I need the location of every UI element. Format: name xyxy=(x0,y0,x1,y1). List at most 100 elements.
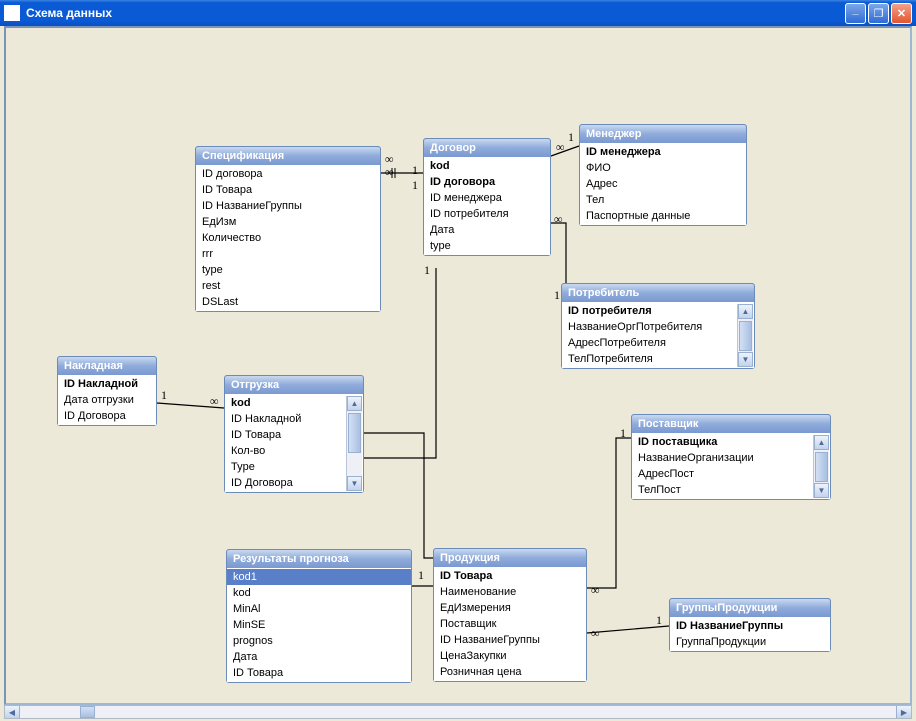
field[interactable]: АдресПотребителя xyxy=(562,335,737,351)
field-pk[interactable]: ID Товара xyxy=(434,568,586,584)
scroll-track[interactable] xyxy=(347,411,362,476)
field-pk[interactable]: ID потребителя xyxy=(562,303,737,319)
field[interactable]: ID менеджера xyxy=(424,190,550,206)
table-scrollbar[interactable]: ▲ ▼ xyxy=(346,396,362,491)
field[interactable]: type xyxy=(424,238,550,254)
field[interactable]: Количество xyxy=(196,230,380,246)
table-groups[interactable]: ГруппыПродукции ID НазваниеГруппы Группа… xyxy=(669,598,831,652)
field[interactable]: Наименование xyxy=(434,584,586,600)
table-title[interactable]: Продукция xyxy=(434,549,586,567)
scroll-down-icon[interactable]: ▼ xyxy=(347,476,362,491)
rel-label-one: 1 xyxy=(412,178,418,193)
table-manager[interactable]: Менеджер ID менеджера ФИО Адрес Тел Пасп… xyxy=(579,124,747,226)
table-contract[interactable]: Договор kod ID договора ID менеджера ID … xyxy=(423,138,551,256)
scroll-up-icon[interactable]: ▲ xyxy=(738,304,753,319)
field[interactable]: Розничная цена xyxy=(434,664,586,680)
table-product[interactable]: Продукция ID Товара Наименование ЕдИзмер… xyxy=(433,548,587,682)
field[interactable]: ID НазваниеГруппы xyxy=(434,632,586,648)
field[interactable]: ID потребителя xyxy=(424,206,550,222)
scroll-up-icon[interactable]: ▲ xyxy=(814,435,829,450)
field[interactable]: Дата отгрузки xyxy=(58,392,156,408)
field[interactable]: MinAl xyxy=(227,601,411,617)
table-title[interactable]: Результаты прогноза xyxy=(227,550,411,568)
table-title[interactable]: ГруппыПродукции xyxy=(670,599,830,617)
field-pk[interactable]: ID НазваниеГруппы xyxy=(670,618,830,634)
field[interactable]: Тел xyxy=(580,192,746,208)
scroll-thumb[interactable] xyxy=(815,452,828,482)
field[interactable]: ID Товара xyxy=(227,665,411,681)
field-pk[interactable]: ID договора xyxy=(424,174,550,190)
table-consumer[interactable]: Потребитель ID потребителя НазваниеОргПо… xyxy=(561,283,755,369)
field[interactable]: rrr xyxy=(196,246,380,262)
scroll-thumb[interactable] xyxy=(739,321,752,351)
table-spec[interactable]: Спецификация ID договора ID Товара ID На… xyxy=(195,146,381,312)
table-invoice[interactable]: Накладная ID Накладной Дата отгрузки ID … xyxy=(57,356,157,426)
field[interactable]: Адрес xyxy=(580,176,746,192)
diagram-canvas[interactable]: ∞ ∞ 1 1 ∞ 1 ∞ 1 1 ∞ 1 1 1 ∞ ∞ 1 Специфик… xyxy=(4,26,912,705)
maximize-button[interactable] xyxy=(868,3,889,24)
field[interactable]: Поставщик xyxy=(434,616,586,632)
table-title[interactable]: Потребитель xyxy=(562,284,754,302)
minimize-button[interactable] xyxy=(845,3,866,24)
scroll-left-button[interactable]: ◀ xyxy=(5,706,20,718)
field[interactable]: ID Договора xyxy=(58,408,156,424)
field[interactable]: Дата xyxy=(227,649,411,665)
field[interactable]: ЕдИзмерения xyxy=(434,600,586,616)
field-pk[interactable]: ID менеджера xyxy=(580,144,746,160)
table-forecast[interactable]: Результаты прогноза kod1 kod MinAl MinSE… xyxy=(226,549,412,683)
field[interactable]: ID НазваниеГруппы xyxy=(196,198,380,214)
field[interactable]: ЕдИзм xyxy=(196,214,380,230)
field[interactable]: АдресПост xyxy=(632,466,813,482)
table-title[interactable]: Отгрузка xyxy=(225,376,363,394)
table-supplier[interactable]: Поставщик ID поставщика НазваниеОрганиза… xyxy=(631,414,831,500)
scroll-down-icon[interactable]: ▼ xyxy=(814,483,829,498)
window-buttons xyxy=(845,3,912,24)
field-pk[interactable]: ID поставщика xyxy=(632,434,813,450)
table-title[interactable]: Спецификация xyxy=(196,147,380,165)
field[interactable]: Дата xyxy=(424,222,550,238)
field[interactable]: ТелПост xyxy=(632,482,813,498)
field[interactable]: MinSE xyxy=(227,617,411,633)
field[interactable]: ID Товара xyxy=(225,427,346,443)
scroll-track[interactable] xyxy=(738,319,753,352)
field[interactable]: ЦенаЗакупки xyxy=(434,648,586,664)
table-scrollbar[interactable]: ▲ ▼ xyxy=(737,304,753,367)
scroll-down-icon[interactable]: ▼ xyxy=(738,352,753,367)
field[interactable]: Паспортные данные xyxy=(580,208,746,224)
close-button[interactable] xyxy=(891,3,912,24)
field[interactable]: ФИО xyxy=(580,160,746,176)
field[interactable]: Кол-во xyxy=(225,443,346,459)
titlebar[interactable]: Схема данных xyxy=(0,0,916,26)
table-title[interactable]: Менеджер xyxy=(580,125,746,143)
field[interactable]: type xyxy=(196,262,380,278)
table-shipment[interactable]: Отгрузка kod ID Накладной ID Товара Кол-… xyxy=(224,375,364,493)
field-selected[interactable]: kod1 xyxy=(227,569,411,585)
scroll-track[interactable] xyxy=(20,706,896,718)
field[interactable]: Type xyxy=(225,459,346,475)
field[interactable]: ТелПотребителя xyxy=(562,351,737,367)
field[interactable]: rest xyxy=(196,278,380,294)
field[interactable]: ID Товара xyxy=(196,182,380,198)
field[interactable]: ID договора xyxy=(196,166,380,182)
field[interactable]: kod xyxy=(227,585,411,601)
field[interactable]: DSLast xyxy=(196,294,380,310)
table-title[interactable]: Поставщик xyxy=(632,415,830,433)
scroll-right-button[interactable]: ▶ xyxy=(896,706,911,718)
field[interactable]: ГруппаПродукции xyxy=(670,634,830,650)
table-scrollbar[interactable]: ▲ ▼ xyxy=(813,435,829,498)
scroll-thumb[interactable] xyxy=(80,706,95,718)
field[interactable]: ID Договора xyxy=(225,475,346,491)
scroll-up-icon[interactable]: ▲ xyxy=(347,396,362,411)
table-title[interactable]: Накладная xyxy=(58,357,156,375)
scroll-track[interactable] xyxy=(814,450,829,483)
field-pk[interactable]: kod xyxy=(424,158,550,174)
field[interactable]: ID Накладной xyxy=(225,411,346,427)
field[interactable]: НазваниеОргПотребителя xyxy=(562,319,737,335)
horizontal-scrollbar[interactable]: ◀ ▶ xyxy=(4,705,912,719)
field-pk[interactable]: kod xyxy=(225,395,346,411)
scroll-thumb[interactable] xyxy=(348,413,361,453)
field-pk[interactable]: ID Накладной xyxy=(58,376,156,392)
field[interactable]: prognos xyxy=(227,633,411,649)
table-title[interactable]: Договор xyxy=(424,139,550,157)
field[interactable]: НазваниеОрганизации xyxy=(632,450,813,466)
